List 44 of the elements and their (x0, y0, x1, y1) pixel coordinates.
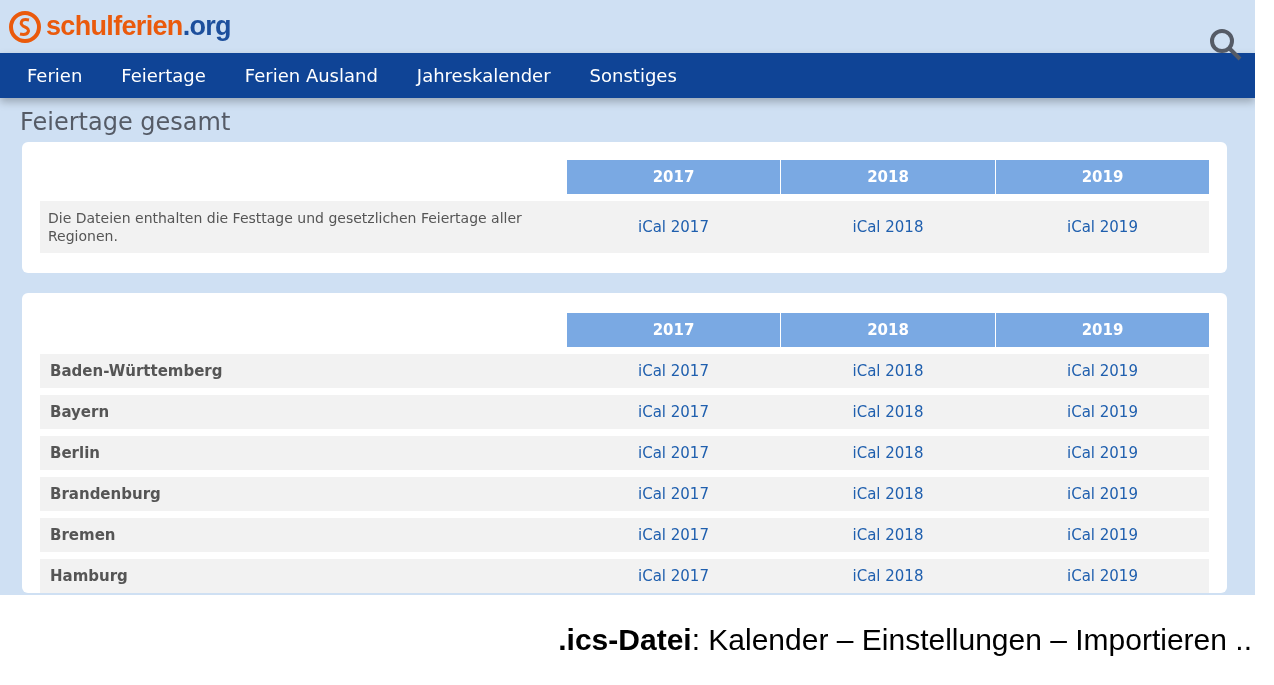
column-header: 2017 (567, 313, 780, 347)
ical-link[interactable]: iCal 2019 (1067, 441, 1138, 465)
nav-link[interactable]: Feiertage (121, 62, 206, 89)
ical-link[interactable]: iCal 2019 (1067, 400, 1138, 424)
ical-link[interactable]: iCal 2017 (638, 359, 709, 383)
region-name: Hamburg (49, 565, 129, 587)
region-name: Bayern (49, 401, 111, 423)
nav-link[interactable]: Jahreskalender (416, 62, 551, 89)
nav-link[interactable]: Ferien Ausland (244, 62, 378, 89)
ical-link[interactable]: iCal 2019 (1067, 359, 1138, 383)
ical-link[interactable]: iCal 2019 (1067, 482, 1138, 506)
ical-link[interactable]: iCal 2018 (852, 482, 924, 506)
ical-link[interactable]: iCal 2017 (638, 564, 709, 588)
region-name: Baden-Württemberg (49, 360, 224, 382)
ical-link[interactable]: iCal 2018 (852, 564, 924, 588)
search-icon[interactable] (1209, 27, 1243, 62)
ical-link[interactable]: iCal 2017 (638, 441, 709, 465)
column-header: 2019 (996, 313, 1209, 347)
caption-text: .ics-Datei: Kalender – Einstellungen – Importieren .. (558, 622, 1252, 658)
column-header: 2019 (996, 160, 1209, 194)
ical-link[interactable]: iCal 2017 (638, 215, 709, 239)
ical-link[interactable]: iCal 2019 (1067, 215, 1138, 239)
ical-link[interactable]: iCal 2017 (638, 400, 709, 424)
ical-link[interactable]: iCal 2019 (1067, 564, 1138, 588)
section-title: Feiertage gesamt (19, 107, 232, 138)
ical-link[interactable]: iCal 2017 (638, 523, 709, 547)
region-name: Bremen (49, 524, 117, 546)
ical-link[interactable]: iCal 2018 (852, 523, 924, 547)
ical-link[interactable]: iCal 2018 (852, 400, 924, 424)
column-header: 2018 (781, 313, 995, 347)
nav-link[interactable]: Ferien (27, 62, 83, 89)
ical-link[interactable]: iCal 2018 (852, 215, 924, 239)
column-header: 2017 (567, 160, 780, 194)
region-name: Brandenburg (49, 483, 162, 505)
site-logo[interactable]: schulferien.org (46, 6, 231, 47)
nav-link[interactable]: Sonstiges (589, 62, 677, 89)
ical-link[interactable]: iCal 2017 (638, 482, 709, 506)
logo-swirl-icon (8, 9, 42, 44)
ical-link[interactable]: iCal 2019 (1067, 523, 1138, 547)
region-name: Berlin (49, 442, 101, 464)
description-text: Die Dateien enthalten die Festtage und gesetzlichen Feiertage aller Regionen. (47, 209, 523, 245)
column-header: 2018 (781, 160, 995, 194)
ical-link[interactable]: iCal 2018 (852, 441, 924, 465)
ical-link[interactable]: iCal 2018 (852, 359, 924, 383)
